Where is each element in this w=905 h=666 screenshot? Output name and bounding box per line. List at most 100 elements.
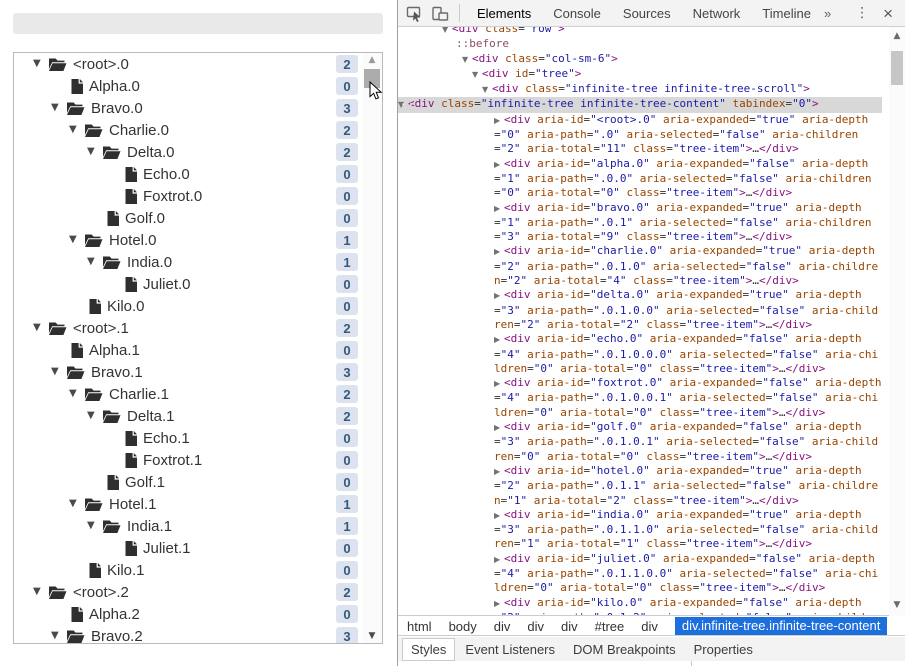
tree-node-label[interactable]: Bravo.0: [91, 100, 143, 117]
tree-node-label[interactable]: Hotel.0: [109, 232, 157, 249]
tree-node-label[interactable]: Delta.0: [127, 144, 175, 161]
tree-node-row[interactable]: ▼<root>.12: [14, 317, 362, 339]
devtools-close-icon[interactable]: ×: [879, 5, 897, 22]
tree-node-row[interactable]: Alpha.00: [14, 75, 362, 97]
tree-node-row[interactable]: Alpha.10: [14, 339, 362, 361]
tree-toggle-icon[interactable]: ▼: [51, 367, 66, 377]
tree-node-row[interactable]: Foxtrot.10: [14, 449, 362, 471]
devtools-menu-icon[interactable]: ⋮: [845, 5, 879, 21]
node-collapsed-icon[interactable]: ▶: [494, 245, 504, 259]
node-actions-icon[interactable]: ...: [400, 95, 423, 109]
breadcrumb-item[interactable]: div: [641, 619, 658, 634]
tree-node-row[interactable]: ▼Delta.02: [14, 141, 362, 163]
breadcrumb-item-selected[interactable]: div.infinite-tree.infinite-tree-content: [675, 617, 887, 635]
tree-node-row[interactable]: Juliet.10: [14, 537, 362, 559]
tree-node-label[interactable]: Charlie.0: [109, 122, 169, 139]
devtools-dom-node[interactable]: ▼<div class="col-sm-6">: [398, 52, 882, 67]
tree-node-row[interactable]: ▼India.11: [14, 515, 362, 537]
tree-node-row[interactable]: ▼Bravo.03: [14, 97, 362, 119]
tree-node-label[interactable]: Echo.0: [143, 166, 190, 183]
tree-node-label[interactable]: India.0: [127, 254, 172, 271]
tree-toggle-icon[interactable]: ▼: [33, 323, 48, 333]
node-collapsed-icon[interactable]: ▶: [494, 465, 504, 479]
devtools-scrollbar[interactable]: ▲ ▼: [889, 27, 905, 616]
tree-node-row[interactable]: ▼Charlie.02: [14, 119, 362, 141]
devtools-dom-node[interactable]: ▶<div aria-id="charlie.0" aria-expanded=…: [398, 244, 882, 288]
devtools-tab-console[interactable]: Console: [542, 6, 612, 21]
node-collapsed-icon[interactable]: ▶: [494, 333, 504, 347]
device-toolbar-icon[interactable]: [431, 5, 449, 22]
tree-toggle-icon[interactable]: ▼: [69, 125, 84, 135]
tree-toggle-icon[interactable]: ▼: [51, 631, 66, 641]
devtools-dom-node[interactable]: ▶<div aria-id="delta.0" aria-expanded="t…: [398, 288, 882, 332]
tree-node-label[interactable]: <root>.1: [73, 320, 129, 337]
tree-toggle-icon[interactable]: ▼: [51, 103, 66, 113]
tree-toggle-icon[interactable]: ▼: [87, 411, 102, 421]
tree-node-label[interactable]: Alpha.1: [89, 342, 140, 359]
node-collapsed-icon[interactable]: ▶: [494, 114, 504, 128]
devtools-tab-network[interactable]: Network: [682, 6, 752, 21]
more-panels-icon[interactable]: »: [824, 6, 831, 21]
tree-node-label[interactable]: Bravo.1: [91, 364, 143, 381]
sidebar-tab-properties[interactable]: Properties: [686, 639, 761, 660]
tree-node-row[interactable]: Kilo.10: [14, 559, 362, 581]
tree-node-label[interactable]: Foxtrot.0: [143, 188, 202, 205]
tree-scrollbar[interactable]: ▲ ▼: [362, 53, 382, 643]
inspect-element-icon[interactable]: [406, 5, 423, 22]
tree-node-label[interactable]: India.1: [127, 518, 172, 535]
node-collapsed-icon[interactable]: ▶: [494, 553, 504, 567]
tree-toggle-icon[interactable]: ▼: [87, 521, 102, 531]
devtools-dom-node[interactable]: ▶<div aria-id="kilo.0" aria-expanded="fa…: [398, 596, 882, 616]
tree-node-label[interactable]: Alpha.2: [89, 606, 140, 623]
scroll-up-icon[interactable]: ▲: [362, 55, 382, 65]
tree-node-row[interactable]: ▼Bravo.23: [14, 625, 362, 644]
devtools-tab-elements[interactable]: Elements: [466, 6, 542, 21]
tree-node-row[interactable]: Alpha.20: [14, 603, 362, 625]
tree-node-row[interactable]: Juliet.00: [14, 273, 362, 295]
devtools-pseudo-element[interactable]: ::before: [398, 37, 882, 51]
scroll-up-icon[interactable]: ▲: [889, 31, 905, 41]
tree-node-row[interactable]: Echo.10: [14, 427, 362, 449]
tree-toggle-icon[interactable]: ▼: [87, 257, 102, 267]
tree-node-label[interactable]: Kilo.0: [107, 298, 145, 315]
node-collapsed-icon[interactable]: ▶: [494, 597, 504, 611]
breadcrumb-item[interactable]: body: [449, 619, 477, 634]
tree-toggle-icon[interactable]: ▼: [69, 389, 84, 399]
node-expanded-icon[interactable]: ▼: [482, 83, 492, 97]
breadcrumb-item[interactable]: div: [494, 619, 511, 634]
sidebar-tab-event-listeners[interactable]: Event Listeners: [457, 639, 563, 660]
breadcrumb-item[interactable]: html: [407, 619, 432, 634]
node-expanded-icon[interactable]: ▼: [442, 27, 452, 37]
devtools-dom-node[interactable]: ▼<div id="tree">: [398, 67, 882, 82]
tree-node-label[interactable]: Juliet.0: [143, 276, 191, 293]
devtools-tab-sources[interactable]: Sources: [612, 6, 682, 21]
tree-toggle-icon[interactable]: ▼: [33, 587, 48, 597]
node-collapsed-icon[interactable]: ▶: [494, 509, 504, 523]
tree-node-row[interactable]: ▼Charlie.12: [14, 383, 362, 405]
devtools-dom-node[interactable]: ▶<div aria-id="alpha.0" aria-expanded="f…: [398, 157, 882, 201]
scroll-down-icon[interactable]: ▼: [362, 631, 382, 641]
tree-toggle-icon[interactable]: ▼: [69, 235, 84, 245]
sidebar-tab-styles[interactable]: Styles: [402, 638, 455, 661]
devtools-dom-node[interactable]: ▶<div aria-id="foxtrot.0" aria-expanded=…: [398, 376, 882, 420]
devtools-dom-node[interactable]: ▶<div aria-id="bravo.0" aria-expanded="t…: [398, 201, 882, 245]
breadcrumb-item[interactable]: div: [561, 619, 578, 634]
devtools-dom-node[interactable]: ▶<div aria-id="golf.0" aria-expanded="fa…: [398, 420, 882, 464]
devtools-dom-node[interactable]: ▶<div aria-id="juliet.0" aria-expanded="…: [398, 552, 882, 596]
devtools-dom-node[interactable]: ▼<div class="infinite-tree infinite-tree…: [398, 97, 882, 112]
tree-node-label[interactable]: Hotel.1: [109, 496, 157, 513]
tree-node-row[interactable]: ▼Hotel.11: [14, 493, 362, 515]
tree-node-label[interactable]: Kilo.1: [107, 562, 145, 579]
tree-toggle-icon[interactable]: ▼: [87, 147, 102, 157]
scrollbar-thumb[interactable]: [891, 51, 903, 85]
tree-node-label[interactable]: Golf.1: [125, 474, 165, 491]
tree-node-label[interactable]: Charlie.1: [109, 386, 169, 403]
tree-node-row[interactable]: Foxtrot.00: [14, 185, 362, 207]
devtools-dom-node[interactable]: ▶<div aria-id="<root>.0" aria-expanded="…: [398, 113, 882, 157]
tree-node-label[interactable]: Echo.1: [143, 430, 190, 447]
tree-toggle-icon[interactable]: ▼: [33, 59, 48, 69]
tree-node-row[interactable]: ▼India.01: [14, 251, 362, 273]
tree-toggle-icon[interactable]: ▼: [69, 499, 84, 509]
tree-node-row[interactable]: ▼<root>.02: [14, 53, 362, 75]
scroll-down-icon[interactable]: ▼: [889, 600, 905, 610]
